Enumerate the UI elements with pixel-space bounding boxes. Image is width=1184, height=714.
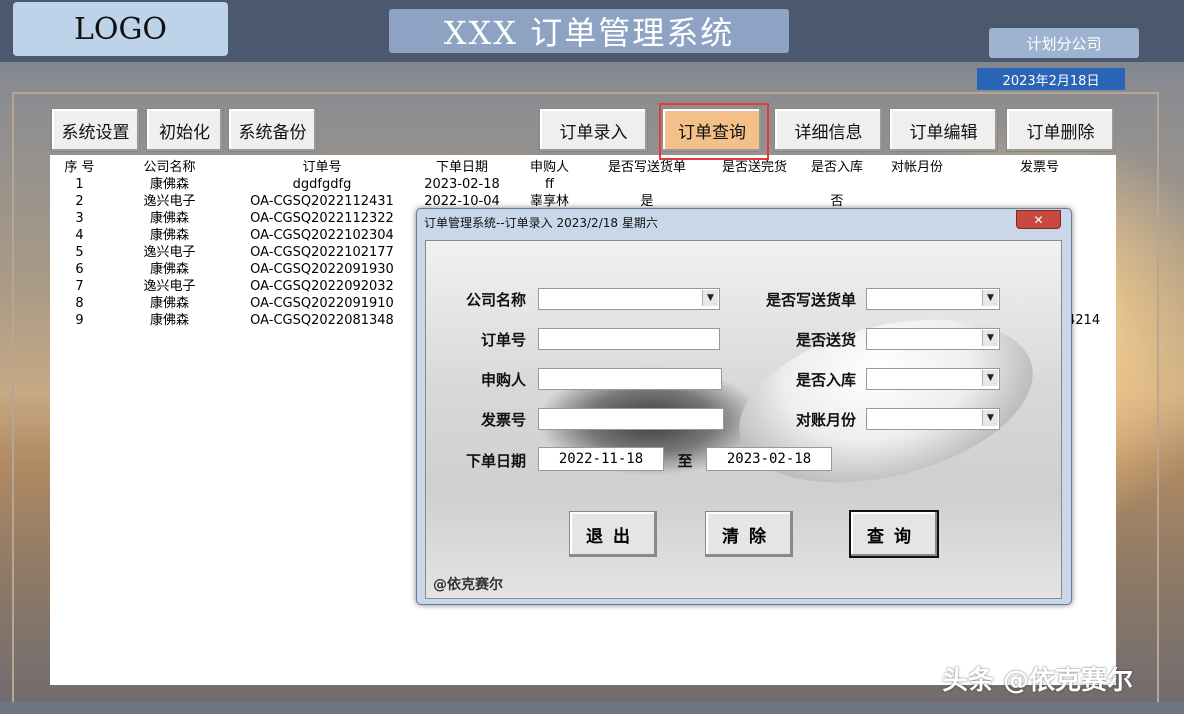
watermark: 头条 @依克赛尔 <box>942 666 1134 696</box>
delivered-select[interactable]: ▼ <box>866 328 1000 350</box>
table-cell: 7 <box>75 279 84 294</box>
table-cell: 2 <box>75 194 84 209</box>
buyer-label: 申购人 <box>480 371 526 389</box>
company-label: 公司名称 <box>465 291 526 309</box>
delivery-note-select[interactable]: ▼ <box>866 288 1000 310</box>
exit-button[interactable]: 退出 <box>569 511 657 557</box>
table-cell: 6 <box>75 262 84 277</box>
table-cell: OA-CGSQ2022091910 <box>250 296 394 311</box>
date-badge: 2023年2月18日 <box>977 68 1125 90</box>
table-cell <box>962 176 1117 193</box>
table-cell: 3 <box>75 211 84 226</box>
table-cell: OA-CGSQ2022112322 <box>250 211 394 226</box>
chevron-down-icon[interactable]: ▼ <box>982 370 998 386</box>
stored-select[interactable]: ▼ <box>866 368 1000 390</box>
order-no-label: 订单号 <box>480 331 526 349</box>
table-cell: 8 <box>75 296 84 311</box>
table-cell: 康佛森 <box>149 211 189 226</box>
order-entry-button[interactable]: 订单录入 <box>539 108 648 152</box>
table-cell: 逸兴电子 <box>143 194 196 209</box>
table-cell: 康佛森 <box>149 177 189 192</box>
order-query-dialog: 订单管理系统--订单录入 2023/2/18 星期六 ✕ 公司名称 订单号 申购… <box>416 208 1072 605</box>
order-date-label: 下单日期 <box>465 452 526 470</box>
col-header-stored: 是否入库 <box>810 160 863 175</box>
order-edit-button[interactable]: 订单编辑 <box>889 108 998 152</box>
buyer-input[interactable] <box>538 368 722 390</box>
table-cell: 2023-02-18 <box>424 177 500 192</box>
table-cell <box>872 176 962 193</box>
chevron-down-icon[interactable]: ▼ <box>982 410 998 426</box>
table-cell: dgdfgdfg <box>292 177 352 192</box>
close-icon: ✕ <box>1033 212 1044 227</box>
order-delete-button[interactable]: 订单删除 <box>1006 108 1115 152</box>
table-cell: 1 <box>75 177 84 192</box>
col-header-order-date: 下单日期 <box>435 160 488 175</box>
date-from-input[interactable]: 2022-11-18 <box>538 447 664 471</box>
delivery-note-label: 是否写送货单 <box>765 291 856 309</box>
table-cell: OA-CGSQ2022081348 <box>250 313 394 328</box>
col-header-buyer: 申购人 <box>529 160 569 175</box>
order-no-input[interactable] <box>538 328 720 350</box>
dialog-body: 公司名称 订单号 申购人 发票号 下单日期 ▼ 2022-11-18 至 202… <box>425 240 1062 599</box>
stored-label: 是否入库 <box>795 371 856 389</box>
table-cell: 逸兴电子 <box>143 279 196 294</box>
company-label: 计划分公司 <box>989 28 1139 58</box>
chevron-down-icon[interactable]: ▼ <box>702 290 718 306</box>
month-label: 对账月份 <box>795 411 856 429</box>
table-cell: 康佛森 <box>149 313 189 328</box>
col-header-seq: 序 号 <box>64 160 95 175</box>
logo: LOGO <box>13 2 228 56</box>
col-header-company: 公司名称 <box>143 160 196 175</box>
close-button[interactable]: ✕ <box>1016 210 1061 229</box>
table-header-row: 序 号 公司名称 订单号 下单日期 申购人 是否写送货单 是否送完货 是否入库 … <box>52 159 1117 176</box>
col-header-delivery-note: 是否写送货单 <box>607 160 686 175</box>
table-cell <box>707 176 802 193</box>
table-cell: OA-CGSQ2022112431 <box>250 194 394 209</box>
table-cell: 4 <box>75 228 84 243</box>
col-header-delivered: 是否送完货 <box>721 160 787 175</box>
page-title: XXX 订单管理系统 <box>389 9 789 53</box>
col-header-order-no: 订单号 <box>302 160 342 175</box>
dialog-title: 订单管理系统--订单录入 2023/2/18 星期六 <box>424 216 658 230</box>
table-cell: 康佛森 <box>149 228 189 243</box>
table-row[interactable]: 1 康佛森 dgdfgdfg 2023-02-18 ff <box>52 176 1117 193</box>
table-cell: ff <box>545 177 554 192</box>
table-cell: OA-CGSQ2022102177 <box>250 245 394 260</box>
query-button[interactable]: 查询 <box>849 510 939 558</box>
col-header-month: 对帐月份 <box>890 160 943 175</box>
table-cell: 康佛森 <box>149 296 189 311</box>
table-cell: 逸兴电子 <box>143 245 196 260</box>
invoice-input[interactable] <box>538 408 724 430</box>
invoice-label: 发票号 <box>480 411 526 429</box>
system-settings-button[interactable]: 系统设置 <box>51 108 140 152</box>
table-cell: OA-CGSQ2022092032 <box>250 279 394 294</box>
month-select[interactable]: ▼ <box>866 408 1000 430</box>
table-cell: OA-CGSQ2022091930 <box>250 262 394 277</box>
table-cell: 5 <box>75 245 84 260</box>
signature: @依克赛尔 <box>433 577 503 593</box>
table-cell: OA-CGSQ2022102304 <box>250 228 394 243</box>
table-cell <box>802 176 872 193</box>
bottom-strip <box>0 702 1184 714</box>
clear-button[interactable]: 清除 <box>705 511 793 557</box>
chevron-down-icon[interactable]: ▼ <box>982 290 998 306</box>
details-button[interactable]: 详细信息 <box>774 108 883 152</box>
delivered-label: 是否送货 <box>795 331 856 349</box>
table-cell: 9 <box>75 313 84 328</box>
to-label: 至 <box>677 452 693 470</box>
table-cell <box>587 176 707 193</box>
initialize-button[interactable]: 初始化 <box>146 108 223 152</box>
col-header-invoice: 发票号 <box>1019 160 1059 175</box>
order-query-button[interactable]: 订单查询 <box>662 108 762 152</box>
system-backup-button[interactable]: 系统备份 <box>228 108 317 152</box>
company-select[interactable]: ▼ <box>538 288 720 310</box>
table-cell: 康佛森 <box>149 262 189 277</box>
chevron-down-icon[interactable]: ▼ <box>982 330 998 346</box>
mouse-image <box>722 291 1050 511</box>
date-to-input[interactable]: 2023-02-18 <box>706 447 832 471</box>
